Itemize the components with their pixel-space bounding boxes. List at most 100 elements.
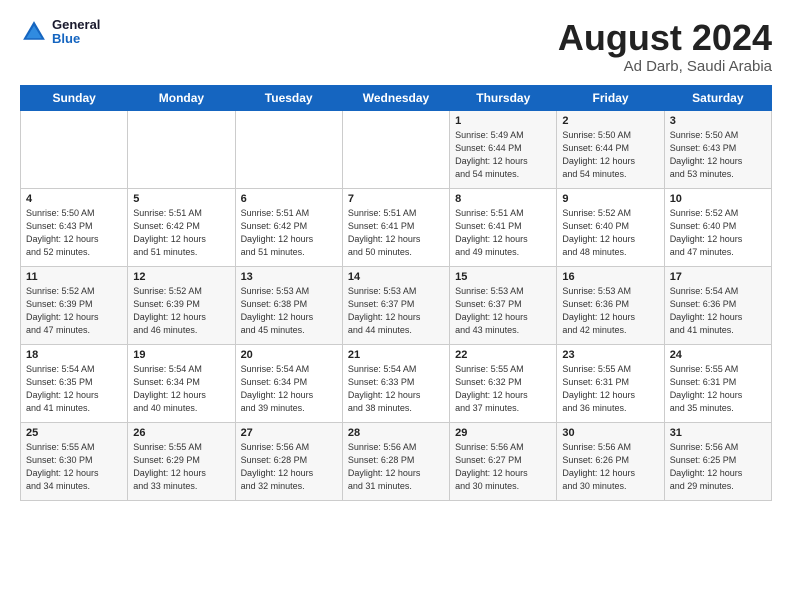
cell-info: Sunrise: 5:51 AM Sunset: 6:42 PM Dayligh… bbox=[241, 207, 337, 259]
cell-info: Sunrise: 5:53 AM Sunset: 6:37 PM Dayligh… bbox=[455, 285, 551, 337]
calendar-cell: 31 Sunrise: 5:56 AM Sunset: 6:25 PM Dayli… bbox=[664, 422, 771, 500]
day-number: 29 bbox=[455, 427, 551, 439]
calendar-cell: 5 Sunrise: 5:51 AM Sunset: 6:42 PM Daylig… bbox=[128, 188, 235, 266]
cell-info: Sunrise: 5:56 AM Sunset: 6:27 PM Dayligh… bbox=[455, 441, 551, 493]
calendar-cell bbox=[21, 110, 128, 188]
cell-info: Sunrise: 5:55 AM Sunset: 6:31 PM Dayligh… bbox=[562, 363, 658, 415]
cell-info: Sunrise: 5:56 AM Sunset: 6:28 PM Dayligh… bbox=[241, 441, 337, 493]
col-header-saturday: Saturday bbox=[664, 85, 771, 110]
cell-info: Sunrise: 5:55 AM Sunset: 6:29 PM Dayligh… bbox=[133, 441, 229, 493]
calendar-cell: 30 Sunrise: 5:56 AM Sunset: 6:26 PM Dayli… bbox=[557, 422, 664, 500]
day-number: 26 bbox=[133, 427, 229, 439]
cell-info: Sunrise: 5:56 AM Sunset: 6:25 PM Dayligh… bbox=[670, 441, 766, 493]
header-row: SundayMondayTuesdayWednesdayThursdayFrid… bbox=[21, 85, 772, 110]
day-number: 12 bbox=[133, 271, 229, 283]
cell-info: Sunrise: 5:53 AM Sunset: 6:36 PM Dayligh… bbox=[562, 285, 658, 337]
logo-line2: Blue bbox=[52, 32, 100, 46]
cell-info: Sunrise: 5:55 AM Sunset: 6:30 PM Dayligh… bbox=[26, 441, 122, 493]
calendar-cell: 1 Sunrise: 5:49 AM Sunset: 6:44 PM Daylig… bbox=[450, 110, 557, 188]
calendar-cell: 2Sunrise: 5:50 AM Sunset: 6:44 PM Daylig… bbox=[557, 110, 664, 188]
cell-info: Sunrise: 5:55 AM Sunset: 6:32 PM Dayligh… bbox=[455, 363, 551, 415]
calendar-cell: 19 Sunrise: 5:54 AM Sunset: 6:34 PM Dayli… bbox=[128, 344, 235, 422]
calendar-cell: 25 Sunrise: 5:55 AM Sunset: 6:30 PM Dayli… bbox=[21, 422, 128, 500]
col-header-tuesday: Tuesday bbox=[235, 85, 342, 110]
calendar-cell bbox=[235, 110, 342, 188]
calendar-cell: 16 Sunrise: 5:53 AM Sunset: 6:36 PM Dayli… bbox=[557, 266, 664, 344]
calendar-cell: 21Sunrise: 5:54 AM Sunset: 6:33 PM Dayli… bbox=[342, 344, 449, 422]
calendar-cell: 26 Sunrise: 5:55 AM Sunset: 6:29 PM Dayli… bbox=[128, 422, 235, 500]
day-number: 31 bbox=[670, 427, 766, 439]
calendar-cell: 9Sunrise: 5:52 AM Sunset: 6:40 PM Daylig… bbox=[557, 188, 664, 266]
day-number: 15 bbox=[455, 271, 551, 283]
day-number: 5 bbox=[133, 193, 229, 205]
calendar-cell: 15 Sunrise: 5:53 AM Sunset: 6:37 PM Dayli… bbox=[450, 266, 557, 344]
cell-info: Sunrise: 5:49 AM Sunset: 6:44 PM Dayligh… bbox=[455, 129, 551, 181]
col-header-wednesday: Wednesday bbox=[342, 85, 449, 110]
calendar-cell: 29 Sunrise: 5:56 AM Sunset: 6:27 PM Dayli… bbox=[450, 422, 557, 500]
day-number: 2 bbox=[562, 115, 658, 127]
day-number: 22 bbox=[455, 349, 551, 361]
cell-info: Sunrise: 5:51 AM Sunset: 6:42 PM Dayligh… bbox=[133, 207, 229, 259]
calendar-title: August 2024 bbox=[558, 18, 772, 58]
logo: General Blue bbox=[20, 18, 100, 47]
cell-info: Sunrise: 5:50 AM Sunset: 6:43 PM Dayligh… bbox=[26, 207, 122, 259]
calendar-cell: 17Sunrise: 5:54 AM Sunset: 6:36 PM Dayli… bbox=[664, 266, 771, 344]
day-number: 9 bbox=[562, 193, 658, 205]
week-row-2: 4Sunrise: 5:50 AM Sunset: 6:43 PM Daylig… bbox=[21, 188, 772, 266]
day-number: 18 bbox=[26, 349, 122, 361]
calendar-cell: 24Sunrise: 5:55 AM Sunset: 6:31 PM Dayli… bbox=[664, 344, 771, 422]
cell-info: Sunrise: 5:56 AM Sunset: 6:26 PM Dayligh… bbox=[562, 441, 658, 493]
calendar-cell: 11 Sunrise: 5:52 AM Sunset: 6:39 PM Dayli… bbox=[21, 266, 128, 344]
week-row-3: 11 Sunrise: 5:52 AM Sunset: 6:39 PM Dayli… bbox=[21, 266, 772, 344]
day-number: 10 bbox=[670, 193, 766, 205]
cell-info: Sunrise: 5:51 AM Sunset: 6:41 PM Dayligh… bbox=[348, 207, 444, 259]
cell-info: Sunrise: 5:56 AM Sunset: 6:28 PM Dayligh… bbox=[348, 441, 444, 493]
calendar-cell: 12 Sunrise: 5:52 AM Sunset: 6:39 PM Dayli… bbox=[128, 266, 235, 344]
cell-info: Sunrise: 5:53 AM Sunset: 6:38 PM Dayligh… bbox=[241, 285, 337, 337]
day-number: 1 bbox=[455, 115, 551, 127]
day-number: 8 bbox=[455, 193, 551, 205]
cell-info: Sunrise: 5:54 AM Sunset: 6:34 PM Dayligh… bbox=[133, 363, 229, 415]
calendar-cell: 10 Sunrise: 5:52 AM Sunset: 6:40 PM Dayli… bbox=[664, 188, 771, 266]
cell-info: Sunrise: 5:52 AM Sunset: 6:40 PM Dayligh… bbox=[670, 207, 766, 259]
calendar-cell: 6 Sunrise: 5:51 AM Sunset: 6:42 PM Daylig… bbox=[235, 188, 342, 266]
day-number: 28 bbox=[348, 427, 444, 439]
col-header-monday: Monday bbox=[128, 85, 235, 110]
week-row-5: 25 Sunrise: 5:55 AM Sunset: 6:30 PM Dayli… bbox=[21, 422, 772, 500]
calendar-cell bbox=[342, 110, 449, 188]
calendar-cell: 14Sunrise: 5:53 AM Sunset: 6:37 PM Dayli… bbox=[342, 266, 449, 344]
day-number: 16 bbox=[562, 271, 658, 283]
col-header-sunday: Sunday bbox=[21, 85, 128, 110]
day-number: 20 bbox=[241, 349, 337, 361]
logo-icon bbox=[20, 18, 48, 46]
cell-info: Sunrise: 5:52 AM Sunset: 6:39 PM Dayligh… bbox=[133, 285, 229, 337]
cell-info: Sunrise: 5:54 AM Sunset: 6:34 PM Dayligh… bbox=[241, 363, 337, 415]
cell-info: Sunrise: 5:52 AM Sunset: 6:39 PM Dayligh… bbox=[26, 285, 122, 337]
cell-info: Sunrise: 5:54 AM Sunset: 6:35 PM Dayligh… bbox=[26, 363, 122, 415]
day-number: 6 bbox=[241, 193, 337, 205]
title-block: August 2024 Ad Darb, Saudi Arabia bbox=[558, 18, 772, 75]
calendar-cell: 20 Sunrise: 5:54 AM Sunset: 6:34 PM Dayli… bbox=[235, 344, 342, 422]
day-number: 19 bbox=[133, 349, 229, 361]
day-number: 14 bbox=[348, 271, 444, 283]
day-number: 17 bbox=[670, 271, 766, 283]
day-number: 27 bbox=[241, 427, 337, 439]
day-number: 13 bbox=[241, 271, 337, 283]
calendar-cell: 13 Sunrise: 5:53 AM Sunset: 6:38 PM Dayli… bbox=[235, 266, 342, 344]
calendar-cell: 28 Sunrise: 5:56 AM Sunset: 6:28 PM Dayli… bbox=[342, 422, 449, 500]
cell-info: Sunrise: 5:55 AM Sunset: 6:31 PM Dayligh… bbox=[670, 363, 766, 415]
calendar-cell: 8Sunrise: 5:51 AM Sunset: 6:41 PM Daylig… bbox=[450, 188, 557, 266]
day-number: 30 bbox=[562, 427, 658, 439]
day-number: 11 bbox=[26, 271, 122, 283]
calendar-cell: 4Sunrise: 5:50 AM Sunset: 6:43 PM Daylig… bbox=[21, 188, 128, 266]
day-number: 3 bbox=[670, 115, 766, 127]
day-number: 21 bbox=[348, 349, 444, 361]
calendar-table: SundayMondayTuesdayWednesdayThursdayFrid… bbox=[20, 85, 772, 501]
day-number: 25 bbox=[26, 427, 122, 439]
week-row-4: 18 Sunrise: 5:54 AM Sunset: 6:35 PM Dayli… bbox=[21, 344, 772, 422]
day-number: 7 bbox=[348, 193, 444, 205]
cell-info: Sunrise: 5:50 AM Sunset: 6:43 PM Dayligh… bbox=[670, 129, 766, 181]
calendar-subtitle: Ad Darb, Saudi Arabia bbox=[558, 58, 772, 75]
calendar-cell: 23Sunrise: 5:55 AM Sunset: 6:31 PM Dayli… bbox=[557, 344, 664, 422]
calendar-cell: 7 Sunrise: 5:51 AM Sunset: 6:41 PM Daylig… bbox=[342, 188, 449, 266]
